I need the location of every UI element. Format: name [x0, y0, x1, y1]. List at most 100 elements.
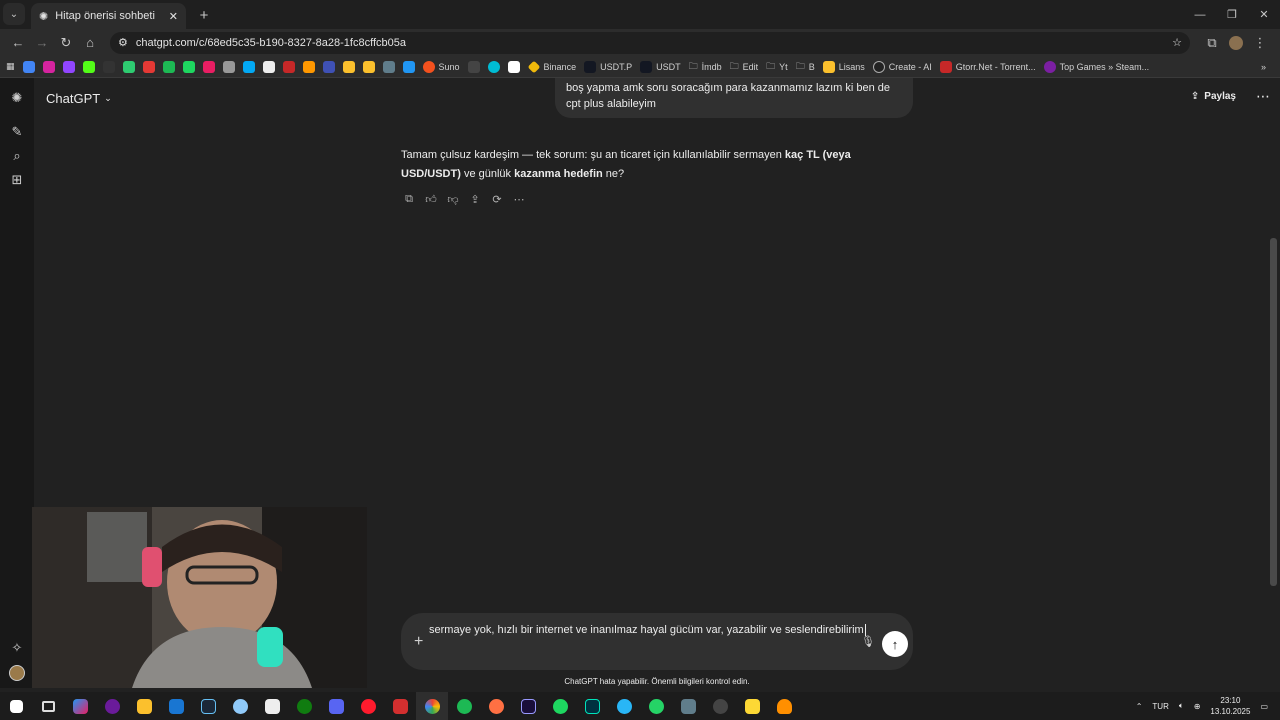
bookmarks-overflow-icon[interactable]: »: [1261, 62, 1266, 72]
more-options-icon[interactable]: ⋯: [1256, 88, 1270, 105]
attach-plus-icon[interactable]: +: [414, 633, 423, 651]
profile-avatar[interactable]: [1224, 31, 1248, 55]
steam-icon[interactable]: [192, 692, 224, 720]
composer-input[interactable]: sermaye yok, hızlı bir internet ve inanı…: [429, 624, 866, 637]
chrome-icon[interactable]: [416, 692, 448, 720]
after-effects-icon[interactable]: [512, 692, 544, 720]
cloud-icon[interactable]: [768, 692, 800, 720]
bookmark-icon[interactable]: [162, 60, 175, 73]
notifications-icon[interactable]: ▭: [1260, 702, 1268, 711]
outlook-icon[interactable]: [160, 692, 192, 720]
microphone-icon[interactable]: 🎙︎: [861, 635, 875, 648]
bookmark-icon[interactable]: [382, 60, 395, 73]
bookmark-icon[interactable]: [282, 60, 295, 73]
app-icon[interactable]: [224, 692, 256, 720]
bookmark-create-ai[interactable]: Create - AI: [872, 60, 932, 73]
bookmark-gtorr[interactable]: Gtorr.Net - Torrent...: [939, 60, 1036, 73]
forward-button[interactable]: →: [30, 31, 54, 55]
url-field[interactable]: ⚙ chatgpt.com/c/68ed5c35-b190-8327-8a28-…: [110, 31, 1190, 54]
task-view-icon[interactable]: [32, 692, 64, 720]
bookmark-icon[interactable]: [122, 60, 135, 73]
bookmark-icon[interactable]: [342, 60, 355, 73]
bookmark-suno[interactable]: Suno: [422, 60, 460, 73]
bookmark-folder-edit[interactable]: 🗀 Edit: [730, 59, 759, 75]
menu-icon[interactable]: ⋮: [1248, 31, 1272, 55]
share-button[interactable]: ⇪ Paylaş: [1191, 91, 1236, 102]
send-button[interactable]: ↑: [882, 631, 908, 657]
close-window-icon[interactable]: ✕: [1248, 0, 1280, 29]
bookmark-folder-imdb[interactable]: 🗀 İmdb: [689, 59, 722, 75]
network-icon[interactable]: ⊕: [1194, 702, 1201, 711]
bookmark-usdt[interactable]: USDT: [640, 60, 681, 73]
tab-chatgpt[interactable]: ✺ Hitap önerisi sohbeti ✕: [31, 3, 186, 29]
new-chat-icon[interactable]: ✎: [9, 124, 25, 140]
restore-icon[interactable]: ❐: [1216, 0, 1248, 29]
app-icon[interactable]: [448, 692, 480, 720]
bookmark-icon[interactable]: [222, 60, 235, 73]
regenerate-icon[interactable]: ⟳: [489, 191, 505, 207]
app-icon[interactable]: [384, 692, 416, 720]
language-indicator[interactable]: TUR: [1152, 702, 1168, 711]
clock[interactable]: 23:10 13.10.2025: [1210, 695, 1250, 717]
bookmark-top-games[interactable]: Top Games » Steam...: [1043, 60, 1149, 73]
bookmark-usdt-p[interactable]: USDT.P: [584, 60, 632, 73]
audition-icon[interactable]: [576, 692, 608, 720]
chevron-up-icon[interactable]: ⌃: [1136, 702, 1143, 711]
site-info-icon[interactable]: ⚙: [118, 36, 128, 49]
message-composer[interactable]: sermaye yok, hızlı bir internet ve inanı…: [401, 613, 913, 670]
bookmark-icon[interactable]: [142, 60, 155, 73]
volume-icon[interactable]: 🔈︎: [1179, 701, 1184, 711]
app-icon[interactable]: [96, 692, 128, 720]
bookmark-icon[interactable]: [402, 60, 415, 73]
apps-grid-icon[interactable]: ▦: [6, 61, 15, 72]
sticky-notes-icon[interactable]: [736, 692, 768, 720]
start-icon[interactable]: [0, 692, 32, 720]
reload-button[interactable]: ↻: [54, 31, 78, 55]
bookmark-icon[interactable]: [22, 60, 35, 73]
copy-icon[interactable]: ⧉: [401, 191, 417, 207]
bookmark-icon[interactable]: [62, 60, 75, 73]
xbox-icon[interactable]: [288, 692, 320, 720]
chatgpt-logo-icon[interactable]: ✺: [9, 90, 25, 106]
model-selector[interactable]: ChatGPT ⌄: [46, 91, 112, 106]
tab-search-icon[interactable]: ⌄: [3, 3, 25, 25]
bookmark-icon[interactable]: [507, 60, 520, 73]
thumbs-up-icon[interactable]: 👍︎: [423, 191, 439, 207]
discord-icon[interactable]: [320, 692, 352, 720]
bookmark-folder-yt[interactable]: 🗀 Yt: [766, 59, 788, 75]
bookmark-icon[interactable]: [202, 60, 215, 73]
back-button[interactable]: ←: [6, 31, 30, 55]
more-icon[interactable]: ⋯: [511, 191, 527, 207]
telegram-icon[interactable]: [608, 692, 640, 720]
avatar[interactable]: [9, 665, 25, 681]
library-icon[interactable]: ⊞: [9, 172, 25, 188]
bookmark-lisans[interactable]: Lisans: [822, 60, 865, 73]
bookmark-binance[interactable]: Binance: [527, 60, 576, 73]
upgrade-icon[interactable]: ✧: [9, 640, 25, 656]
extensions-icon[interactable]: ⧉: [1200, 31, 1224, 55]
bookmark-icon[interactable]: [102, 60, 115, 73]
new-tab-button[interactable]: +: [192, 3, 216, 27]
bookmark-icon[interactable]: [82, 60, 95, 73]
store-icon[interactable]: [256, 692, 288, 720]
bookmark-icon[interactable]: [42, 60, 55, 73]
bookmark-icon[interactable]: [467, 60, 480, 73]
scrollbar[interactable]: [1270, 238, 1277, 586]
spotify-icon[interactable]: [544, 692, 576, 720]
opera-icon[interactable]: [352, 692, 384, 720]
bookmark-icon[interactable]: [242, 60, 255, 73]
calculator-icon[interactable]: [672, 692, 704, 720]
bookmark-icon[interactable]: [322, 60, 335, 73]
close-tab-icon[interactable]: ✕: [169, 10, 178, 23]
minimize-icon[interactable]: —: [1184, 0, 1216, 29]
app-icon[interactable]: [480, 692, 512, 720]
bookmark-star-icon[interactable]: ☆: [1172, 36, 1182, 49]
file-explorer-icon[interactable]: [128, 692, 160, 720]
home-button[interactable]: ⌂: [78, 31, 102, 55]
bookmark-icon[interactable]: [362, 60, 375, 73]
thumbs-down-icon[interactable]: 👎︎: [445, 191, 461, 207]
copilot-icon[interactable]: [64, 692, 96, 720]
share-message-icon[interactable]: ⇪: [467, 191, 483, 207]
whatsapp-icon[interactable]: [640, 692, 672, 720]
bookmark-icon[interactable]: [182, 60, 195, 73]
